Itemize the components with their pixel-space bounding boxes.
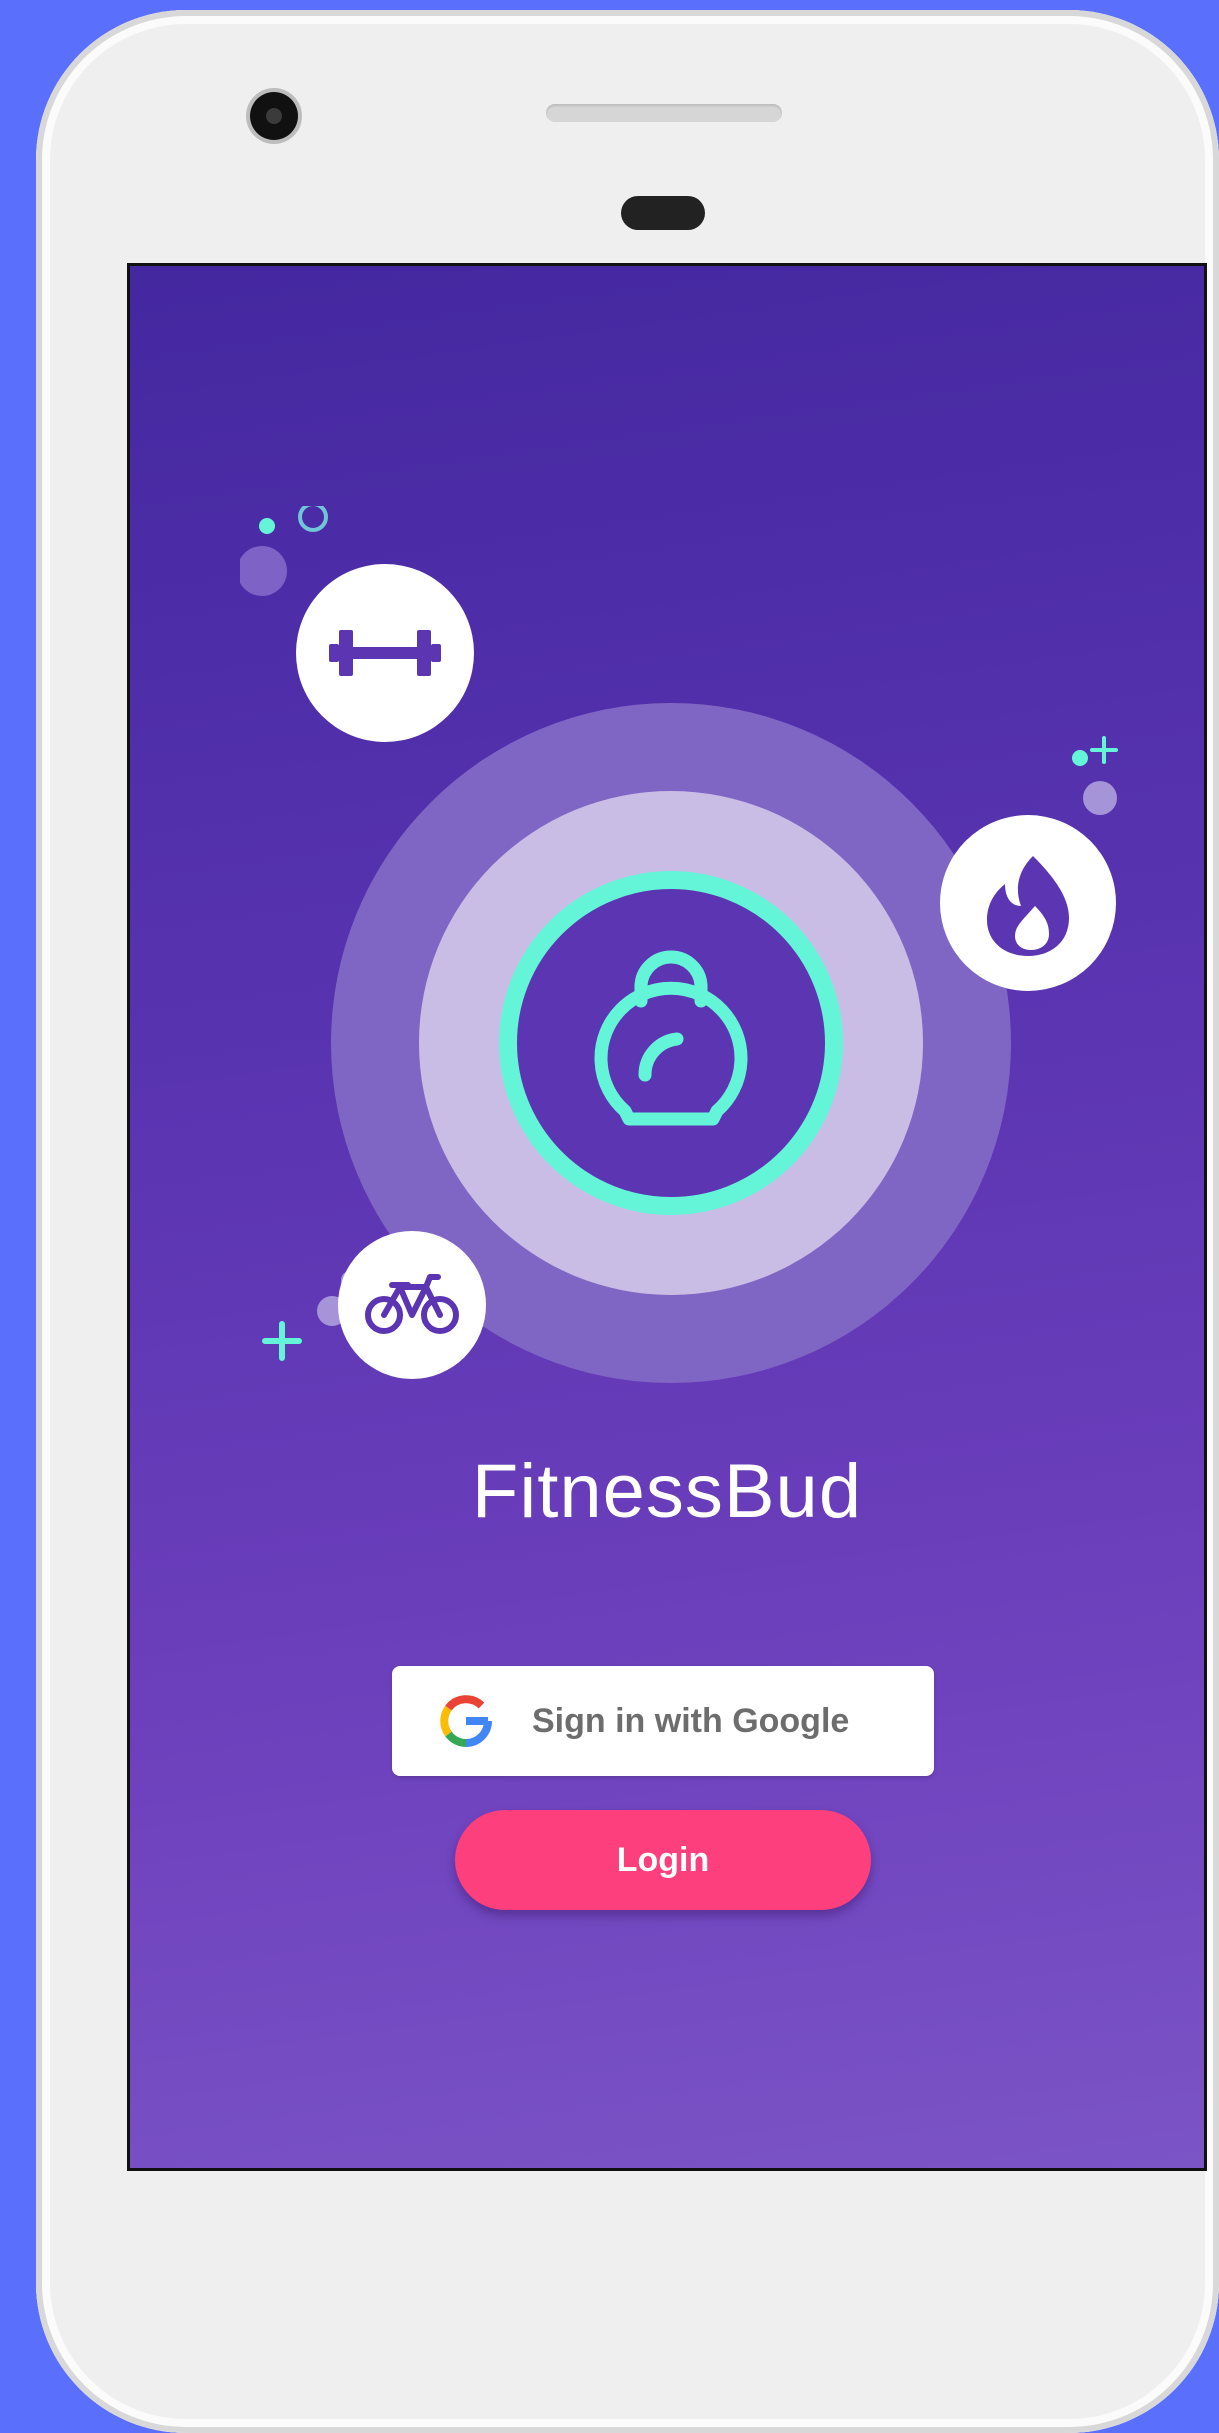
front-camera (250, 92, 298, 140)
dumbbell-badge (296, 564, 474, 742)
bicycle-icon (365, 1274, 459, 1334)
decor-bubbles-right (1072, 736, 1118, 815)
app-screen: FitnessBud Sign in with Google Login (127, 263, 1207, 2171)
google-sign-in-button[interactable]: Sign in with Google (392, 1666, 934, 1776)
phone-frame: FitnessBud Sign in with Google Login (36, 10, 1219, 2433)
flame-icon (987, 856, 1069, 956)
bicycle-badge (338, 1231, 486, 1379)
dumbbell-icon (329, 630, 441, 676)
flame-badge (940, 815, 1116, 991)
login-button[interactable]: Login (455, 1810, 871, 1910)
hero-ring-inner (499, 871, 843, 1215)
google-sign-in-label: Sign in with Google (532, 1701, 850, 1740)
kettlebell-icon (594, 950, 748, 1126)
earpiece-speaker (546, 104, 782, 122)
google-logo-icon (440, 1695, 492, 1747)
app-title: FitnessBud (471, 1449, 863, 1534)
proximity-sensor (621, 196, 705, 230)
